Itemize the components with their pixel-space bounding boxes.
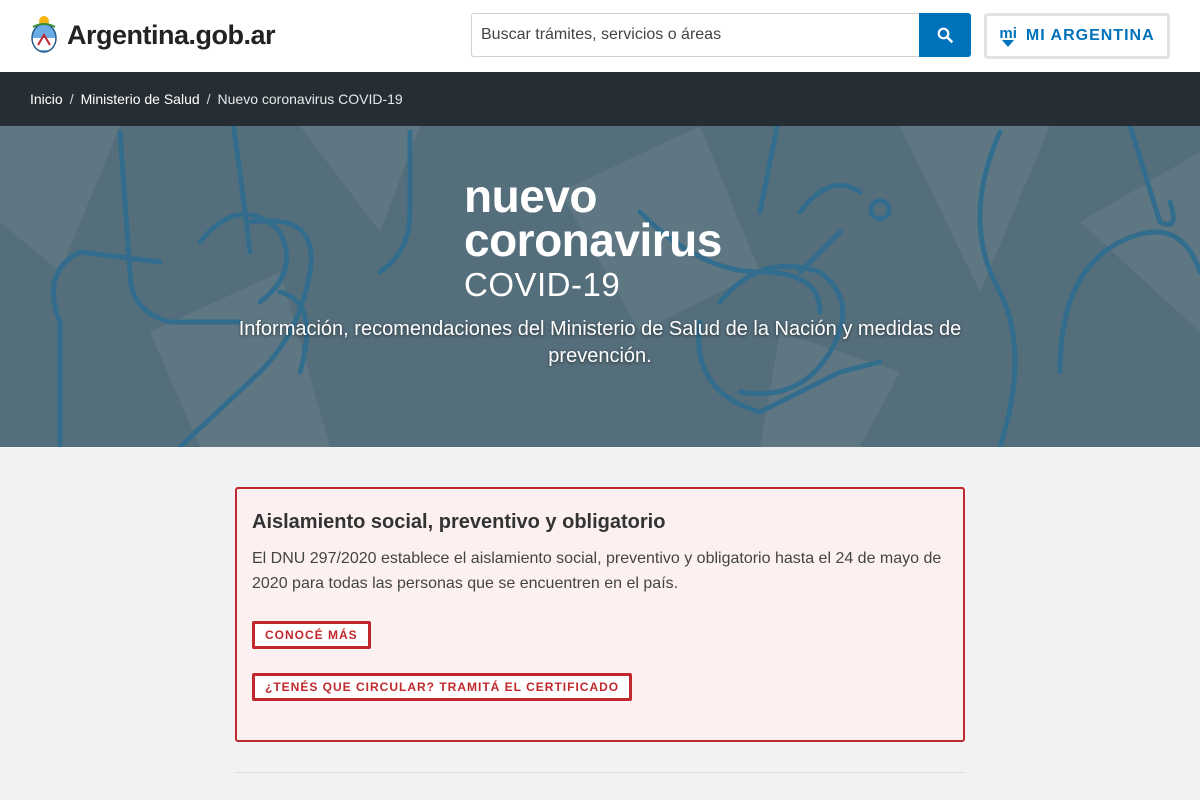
breadcrumb-link-ministerio[interactable]: Ministerio de Salud [81,91,200,107]
title-line-2: coronavirus [464,214,722,266]
conoce-mas-button[interactable]: CONOCÉ MÁS [252,621,371,649]
breadcrumb-separator: / [69,91,74,107]
logo-text: Argentina.gob.ar [67,19,276,50]
title-line-1: nuevo [464,170,597,222]
search-input[interactable] [471,13,919,57]
search-icon [937,27,953,43]
alert-card: Aislamiento social, preventivo y obligat… [235,487,965,742]
breadcrumb-current: Nuevo coronavirus COVID-19 [217,91,403,107]
alert-body: El DNU 297/2020 establece el aislamiento… [252,550,942,592]
alert-title: Aislamiento social, preventivo y obligat… [252,511,666,533]
search-bar [471,13,971,57]
section-divider [235,772,965,773]
hero-subtitle: Información, recomendaciones del Ministe… [238,318,962,367]
tramitar-certificado-button[interactable]: ¿TENÉS QUE CIRCULAR? TRAMITÁ EL CERTIFIC… [252,673,633,701]
site-logo[interactable]: Argentina.gob.ar [30,14,276,56]
chevron-down-icon [1002,40,1015,47]
page-title: nuevo coronavirus COVID-19 [464,170,722,308]
search-button[interactable] [919,13,971,57]
breadcrumb-separator: / [206,91,211,107]
breadcrumb: Inicio / Ministerio de Salud / Nuevo cor… [0,72,1200,126]
mi-argentina-button[interactable]: mi MI ARGENTINA [984,13,1170,59]
argentina-shield-icon [31,16,57,53]
breadcrumb-link-inicio[interactable]: Inicio [30,91,63,107]
mi-badge-text: mi [999,25,1017,42]
mi-argentina-label: MI ARGENTINA [1025,27,1155,44]
site-header: Argentina.gob.ar mi MI ARGENTINA [0,0,1200,72]
title-line-3: COVID-19 [464,266,621,303]
hero-banner: Inicio / Ministerio de Salud / Nuevo cor… [0,72,1200,447]
mi-argentina-icon: mi [999,25,1017,47]
